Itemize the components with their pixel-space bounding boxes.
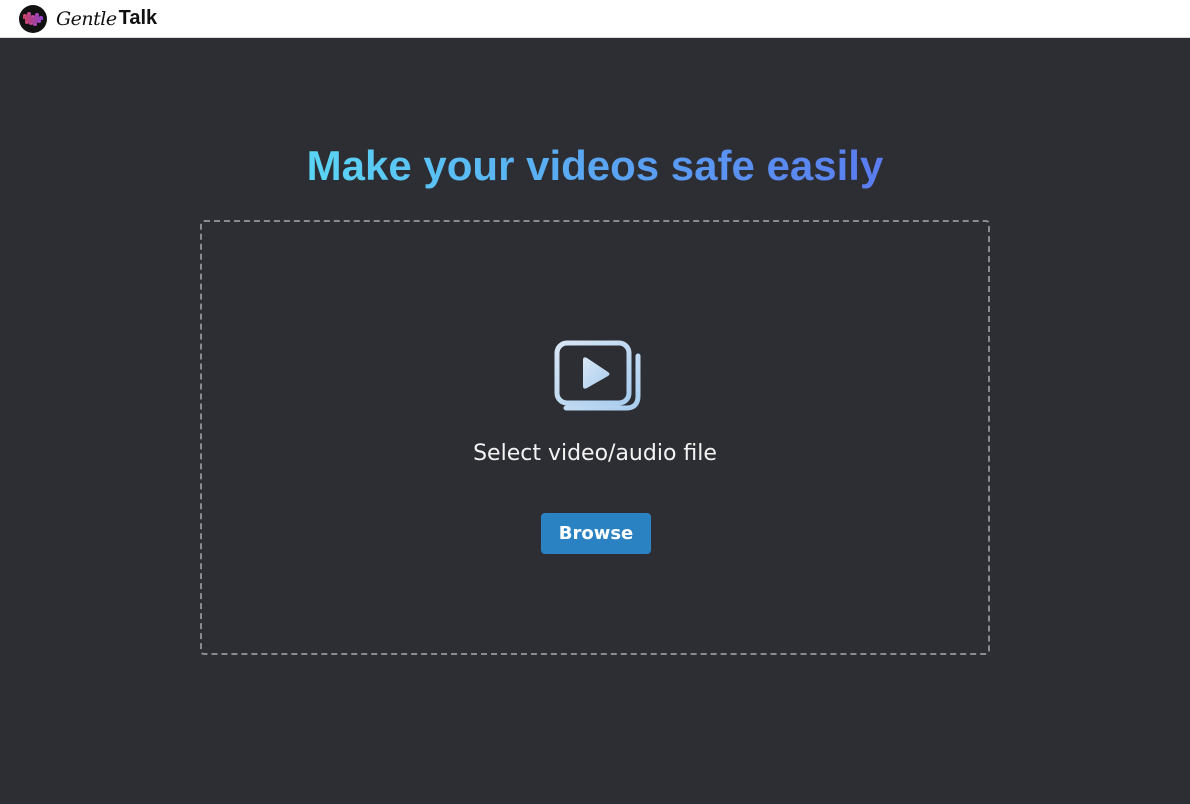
logo-text-talk: Talk [118, 7, 158, 29]
browse-button[interactable]: Browse [541, 513, 651, 554]
headline-text: Make your videos safe easily [306, 142, 884, 190]
page-headline: Make your videos safe easily [0, 140, 1190, 192]
upload-dropzone[interactable]: Select video/audio file Browse [200, 220, 990, 655]
soundwave-logo-icon [19, 4, 47, 33]
top-bar: Gentle Talk [0, 0, 1190, 38]
logo-text-gentle: Gentle [56, 7, 117, 30]
app-logo[interactable]: Gentle Talk [19, 4, 157, 33]
select-file-label: Select video/audio file [473, 441, 717, 466]
video-library-icon [554, 340, 644, 418]
